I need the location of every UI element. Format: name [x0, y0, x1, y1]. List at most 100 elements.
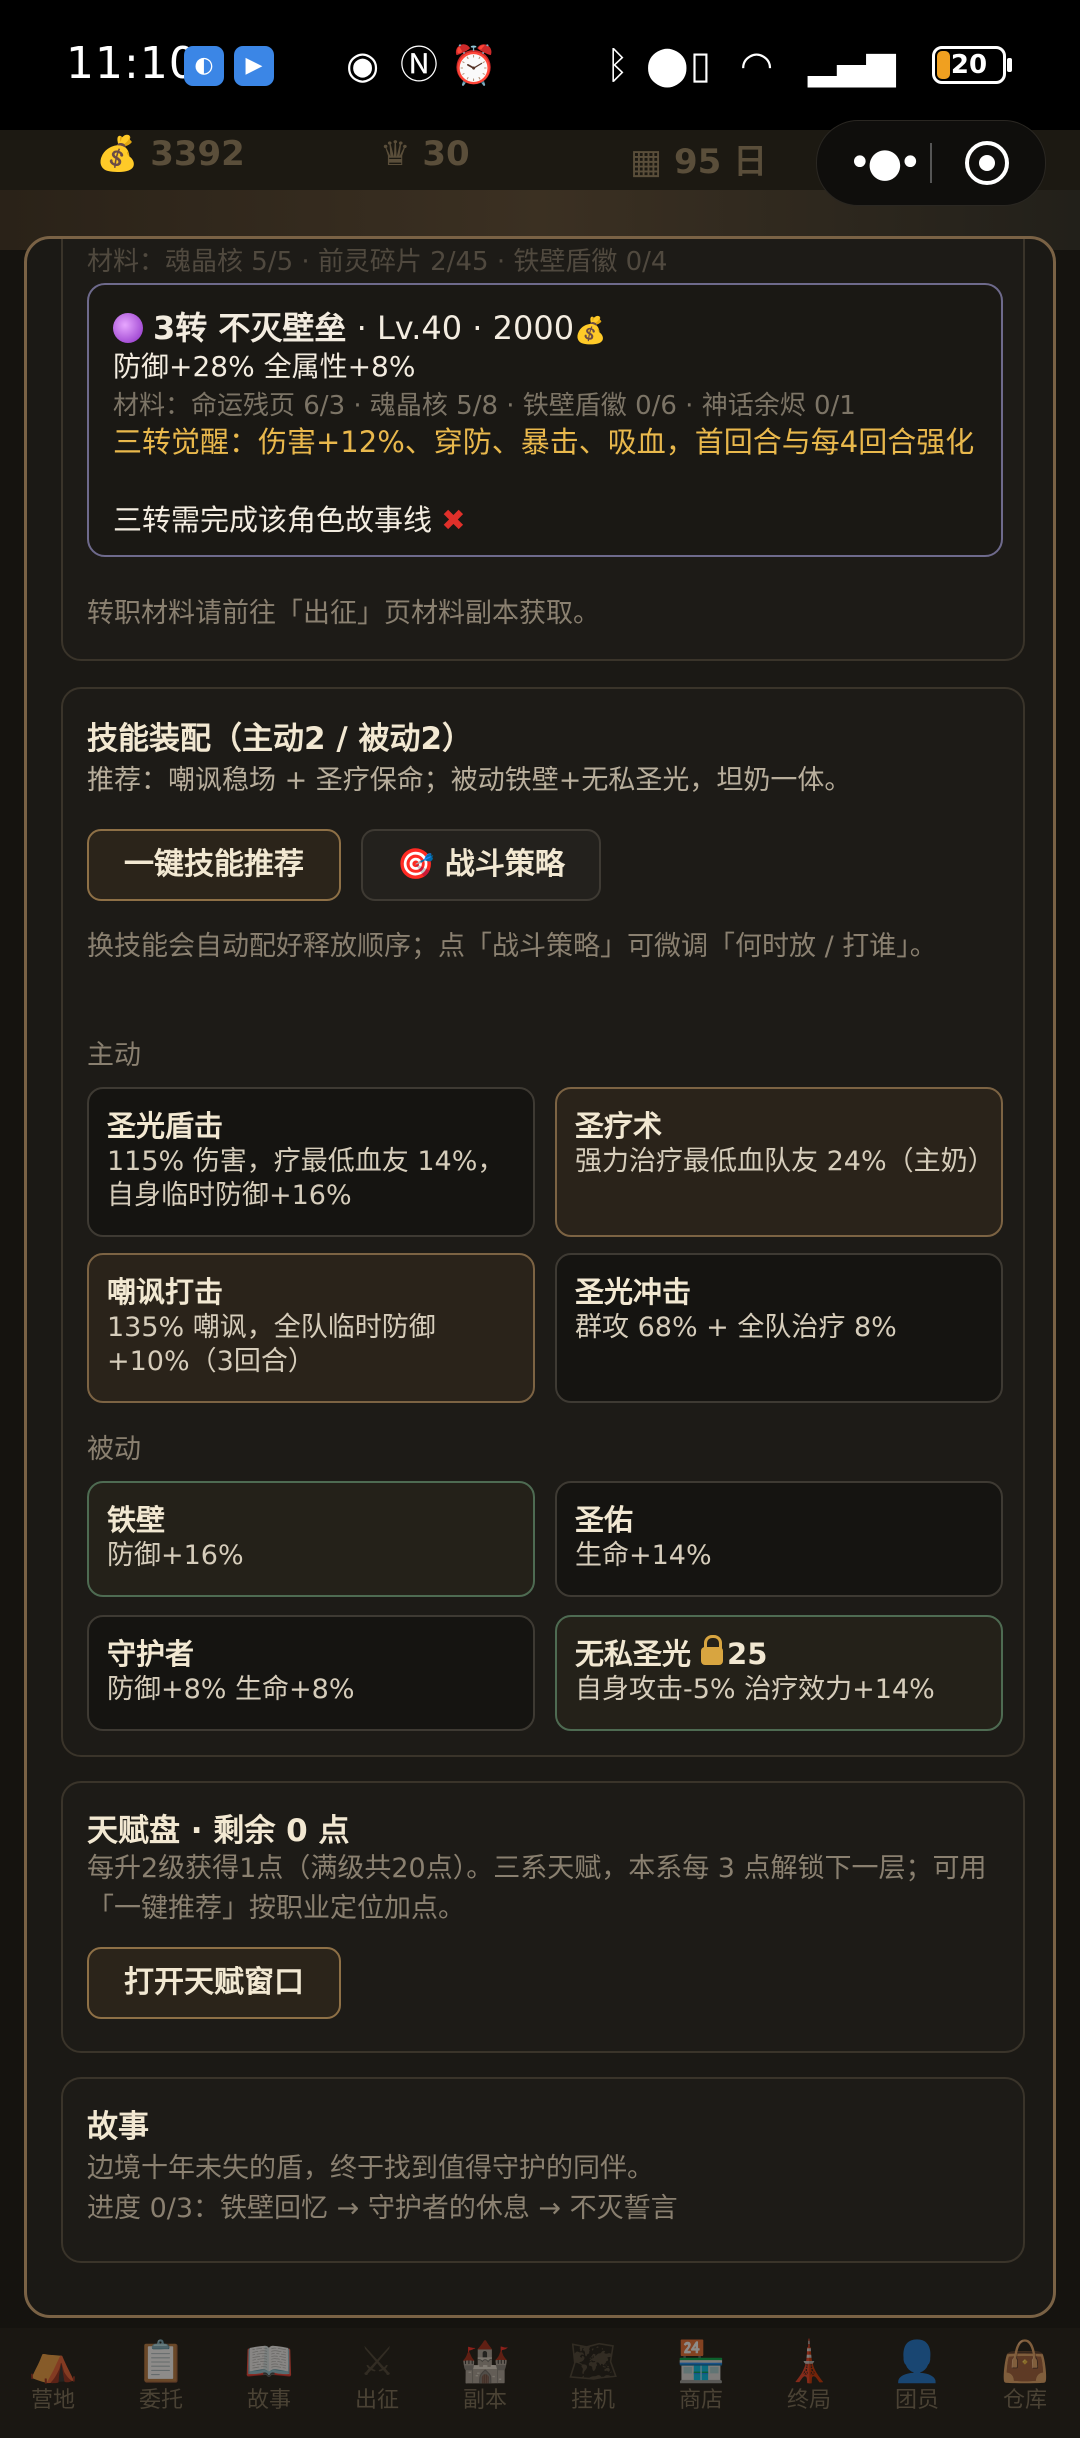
eye-icon: ◉ [346, 43, 380, 87]
passive-card-iron-wall[interactable]: 铁壁 防御+16% [87, 1481, 535, 1597]
skill-card-holy-shield-strike[interactable]: 圣光盾击 115% 伤害，疗最低血友 14%，自身临时防御+16% [87, 1087, 535, 1237]
passive-name: 无私圣光 [575, 1637, 692, 1671]
swords-icon: ⚔ [359, 2339, 395, 2385]
passive-card-guardian[interactable]: 守护者 防御+8% 生命+8% [87, 1615, 535, 1731]
tier-requirement: 三转需完成该角色故事线 ✖ [113, 497, 466, 539]
talent-heading: 天赋盘 · 剩余 0 点 [87, 1813, 350, 1849]
previous-tier-materials: 材料：魂晶核 5/5 · 前灵碎片 2/45 · 铁壁盾徽 0/4 [87, 247, 668, 277]
tier-3-title: 3转 不灭壁垒 · Lv.40 · 2000💰 [113, 303, 606, 349]
story-heading: 故事 [87, 2109, 149, 2145]
more-icon[interactable]: •●• [843, 121, 923, 205]
shop-icon: 🏪 [676, 2339, 726, 2385]
nav-item-idle[interactable]: 🗺 挂机 [548, 2338, 638, 2416]
miniprogram-capsule: •●• [816, 120, 1046, 206]
gold-resource: 💰 3392 [96, 134, 245, 174]
day-resource: ▦ 95 日 [630, 134, 767, 183]
alarm-icon: ⏰ [450, 43, 498, 87]
member-icon: 👤 [892, 2339, 942, 2385]
app-blue-icon: ▶ [234, 46, 274, 86]
nav-item-shop[interactable]: 🏪 商店 [656, 2338, 746, 2416]
active-label: 主动 [87, 1040, 141, 1071]
passive-desc: 防御+16% [107, 1540, 244, 1571]
requirement-text: 三转需完成该角色故事线 [113, 503, 433, 537]
crown-resource: ♛ 30 [380, 134, 470, 174]
wifi-icon: ◠ [740, 43, 774, 87]
advancement-section: 材料：魂晶核 5/5 · 前灵碎片 2/45 · 铁壁盾徽 0/4 3转 不灭壁… [61, 239, 1025, 661]
passive-desc: 生命+14% [575, 1540, 712, 1571]
skill-name: 圣光冲击 [575, 1275, 692, 1309]
battery-level: 20 [950, 50, 988, 80]
character-detail-panel: 材料：魂晶核 5/5 · 前灵碎片 2/45 · 铁壁盾徽 0/4 3转 不灭壁… [24, 236, 1056, 2318]
status-bar: 11:10 ◐ ▶ ◉ Ⓝ ⏰ ᛒ ⬤ ▯ ◠ ▂▄▆ 20 [0, 0, 1080, 130]
nav-item-commission[interactable]: 📋 委托 [116, 2338, 206, 2416]
tier-level-cost: · Lv.40 · 2000 [346, 309, 575, 347]
nav-item-camp[interactable]: ⛺ 营地 [8, 2338, 98, 2416]
nav-item-endgame[interactable]: 🗼 终局 [764, 2338, 854, 2416]
passive-card-blessing[interactable]: 圣佑 生命+14% [555, 1481, 1003, 1597]
clock: 11:10 [66, 38, 198, 89]
crown-icon: ♛ [380, 134, 411, 174]
castle-icon: 🏰 [460, 2339, 510, 2385]
nfc-icon: Ⓝ [400, 43, 439, 87]
location-icon: ⬤ [646, 43, 689, 87]
skill-card-taunt-strike[interactable]: 嘲讽打击 135% 嘲讽，全队临时防御+10%（3回合） [87, 1253, 535, 1403]
clipboard-icon: 📋 [136, 2339, 186, 2385]
app-blue-icon: ◐ [184, 46, 224, 86]
passive-name: 圣佑 [575, 1503, 634, 1537]
skill-desc: 135% 嘲讽，全队临时防御+10%（3回合） [107, 1312, 436, 1377]
passive-name-row: 无私圣光 25 [575, 1631, 767, 1673]
day-value: 95 [673, 142, 722, 182]
open-talent-window-button[interactable]: 打开天赋窗口 [87, 1947, 341, 2019]
skill-desc: 115% 伤害，疗最低血友 14%，自身临时防御+16% [107, 1146, 505, 1211]
skill-recommend-text: 推荐：嘲讽稳场 + 圣疗保命；被动铁壁+无私圣光，坦奶一体。 [87, 765, 852, 796]
story-progress: 进度 0/3：铁壁回忆 → 守护者的休息 → 不灭誓言 [87, 2193, 678, 2224]
tier-stats: 防御+28% 全属性+8% [113, 350, 416, 383]
skill-desc: 强力治疗最低血队友 24%（主奶） [575, 1146, 995, 1177]
nav-item-dungeon[interactable]: 🏰 副本 [440, 2338, 530, 2416]
nav-item-storage[interactable]: 👜 仓库 [980, 2338, 1070, 2416]
passive-name: 铁壁 [107, 1503, 166, 1537]
passive-desc: 自身攻击-5% 治疗效力+14% [575, 1674, 935, 1705]
skill-hint: 换技能会自动配好释放顺序；点「战斗策略」可微调「何时放 / 打谁」。 [87, 931, 937, 962]
signal-icon: ▂▄▆ [808, 43, 896, 87]
target-icon: 🎯 [397, 847, 435, 882]
passive-desc: 防御+8% 生命+8% [107, 1674, 355, 1705]
vibrate-icon: ▯ [690, 43, 711, 87]
bottom-nav: ⛺ 营地 📋 委托 📖 故事 ⚔ 出征 🏰 副本 🗺 挂机 🏪 商店 🗼 终局 👤 团员 👜 仓库 [0, 2328, 1080, 2438]
battery-icon: 20 [932, 46, 1006, 84]
auto-recommend-skill-button[interactable]: 一键技能推荐 [87, 829, 341, 901]
money-bag-icon: 💰 [574, 316, 607, 346]
capsule-divider [930, 143, 932, 183]
advancement-note: 转职材料请前往「出征」页材料副本获取。 [87, 598, 600, 629]
gold-value: 3392 [150, 134, 245, 174]
calendar-icon: ▦ [630, 142, 663, 182]
lock-icon [701, 1635, 724, 1665]
skill-card-holy-impact[interactable]: 圣光冲击 群攻 68% + 全队治疗 8% [555, 1253, 1003, 1403]
battle-strategy-button[interactable]: 🎯 战斗策略 [361, 829, 601, 901]
story-section: 故事 边境十年未失的盾，终于找到值得守护的同伴。 进度 0/3：铁壁回忆 → 守… [61, 2077, 1025, 2263]
tier-materials: 材料：命运残页 6/3 · 魂晶核 5/8 · 铁壁盾徽 0/6 · 神话余烬 … [113, 391, 856, 421]
bluetooth-icon: ᛒ [606, 43, 629, 87]
nav-item-expedition[interactable]: ⚔ 出征 [332, 2338, 422, 2416]
close-miniprogram-icon[interactable] [965, 141, 1009, 185]
day-unit: 日 [733, 142, 768, 182]
nav-item-story[interactable]: 📖 故事 [224, 2338, 314, 2416]
talent-section: 天赋盘 · 剩余 0 点 每升2级获得1点（满级共20点）。三系天赋，本系每 3… [61, 1781, 1025, 2053]
passive-name: 守护者 [107, 1637, 195, 1671]
unlock-level: 25 [727, 1637, 768, 1671]
purple-orb-icon [113, 313, 143, 343]
camp-icon: ⛺ [28, 2339, 78, 2385]
battle-strategy-label: 战斗策略 [444, 847, 565, 882]
nav-item-members[interactable]: 👤 团员 [872, 2338, 962, 2416]
passive-label: 被动 [87, 1434, 141, 1465]
money-bag-icon: 💰 [96, 134, 139, 174]
book-icon: 📖 [244, 2339, 294, 2385]
skill-name: 圣疗术 [575, 1109, 663, 1143]
passive-card-selfless-light[interactable]: 无私圣光 25 自身攻击-5% 治疗效力+14% [555, 1615, 1003, 1731]
skill-name: 嘲讽打击 [107, 1275, 224, 1309]
tier-name: 3转 不灭壁垒 [153, 309, 347, 347]
skill-card-holy-heal[interactable]: 圣疗术 强力治疗最低血队友 24%（主奶） [555, 1087, 1003, 1237]
crown-value: 30 [422, 134, 470, 174]
tier-awakening: 三转觉醒：伤害+12%、穿防、暴击、吸血，首回合与每4回合强化 [113, 425, 975, 459]
skill-loadout-section: 技能装配（主动2 / 被动2） 推荐：嘲讽稳场 + 圣疗保命；被动铁壁+无私圣光… [61, 687, 1025, 1757]
